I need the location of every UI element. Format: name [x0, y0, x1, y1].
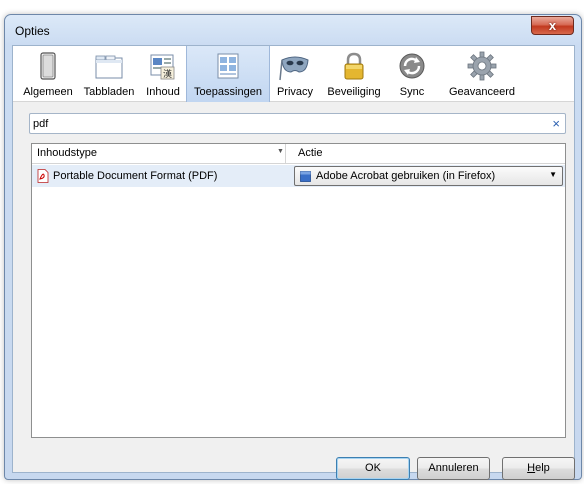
- chevron-down-icon[interactable]: ▼: [549, 170, 557, 179]
- search-field[interactable]: ×: [29, 113, 566, 134]
- column-header-content-type[interactable]: Inhoudstype: [37, 147, 97, 159]
- tab-beveiliging[interactable]: Beveiliging: [320, 46, 388, 102]
- applications-icon: [217, 53, 239, 79]
- tab-inhoud[interactable]: 漢 Inhoud: [140, 46, 186, 102]
- gear-icon: [467, 51, 497, 81]
- application-icon: [300, 171, 311, 182]
- help-button[interactable]: Help: [502, 457, 575, 480]
- mask-icon: [279, 56, 309, 81]
- pane-toolbar: Algemeen Tabbladen 漢 Inhoud Toepassingen…: [13, 46, 574, 102]
- title-bar[interactable]: Opties x: [5, 15, 581, 45]
- content-icon: 漢: [150, 54, 175, 80]
- sort-indicator-icon: ▼: [277, 148, 284, 155]
- search-input[interactable]: [33, 116, 533, 131]
- tab-tabbladen[interactable]: Tabbladen: [78, 46, 140, 102]
- padlock-icon: [344, 52, 364, 80]
- tab-geavanceerd[interactable]: Geavanceerd: [436, 46, 528, 102]
- options-dialog: Opties x Algemeen Tabbladen 漢 Inhoud Toe…: [4, 14, 582, 480]
- tab-label: Privacy: [276, 86, 314, 98]
- tab-algemeen[interactable]: Algemeen: [18, 46, 78, 102]
- column-header-action[interactable]: Actie: [298, 147, 322, 159]
- switch-icon: [40, 52, 56, 80]
- sync-icon: [399, 53, 425, 79]
- help-accelerator: H: [527, 462, 536, 474]
- ok-button[interactable]: OK: [336, 457, 410, 480]
- tab-privacy[interactable]: Privacy: [270, 46, 320, 102]
- help-label-rest: elp: [535, 462, 550, 474]
- dialog-content: Algemeen Tabbladen 漢 Inhoud Toepassingen…: [12, 45, 575, 480]
- tab-label: Inhoud: [146, 86, 180, 98]
- action-dropdown[interactable]: Adobe Acrobat gebruiken (in Firefox) ▼: [294, 166, 563, 186]
- window-title: Opties: [15, 24, 50, 38]
- pdf-file-icon: [37, 169, 49, 183]
- tabs-window-icon: [95, 55, 123, 79]
- tab-label: Beveiliging: [327, 86, 381, 98]
- selected-action: Adobe Acrobat gebruiken (in Firefox): [316, 170, 496, 182]
- table-row[interactable]: Portable Document Format (PDF) Adobe Acr…: [32, 165, 565, 187]
- content-type-label: Portable Document Format (PDF): [53, 170, 218, 182]
- tab-label: Sync: [399, 86, 425, 98]
- svg-text:漢: 漢: [163, 68, 172, 80]
- tab-label: Algemeen: [23, 86, 73, 98]
- tab-sync[interactable]: Sync: [388, 46, 436, 102]
- tab-label: Tabbladen: [83, 86, 135, 98]
- clear-search-icon[interactable]: ×: [552, 116, 560, 131]
- close-button[interactable]: x: [531, 16, 574, 35]
- column-divider[interactable]: [285, 144, 286, 164]
- table-header: Inhoudstype ▼ Actie: [32, 144, 565, 164]
- tab-label: Geavanceerd: [448, 86, 516, 98]
- tab-toepassingen[interactable]: Toepassingen: [186, 46, 270, 102]
- cancel-button[interactable]: Annuleren: [417, 457, 490, 480]
- tab-label: Toepassingen: [194, 86, 262, 98]
- content-types-table[interactable]: Inhoudstype ▼ Actie Portable Document Fo…: [31, 143, 566, 438]
